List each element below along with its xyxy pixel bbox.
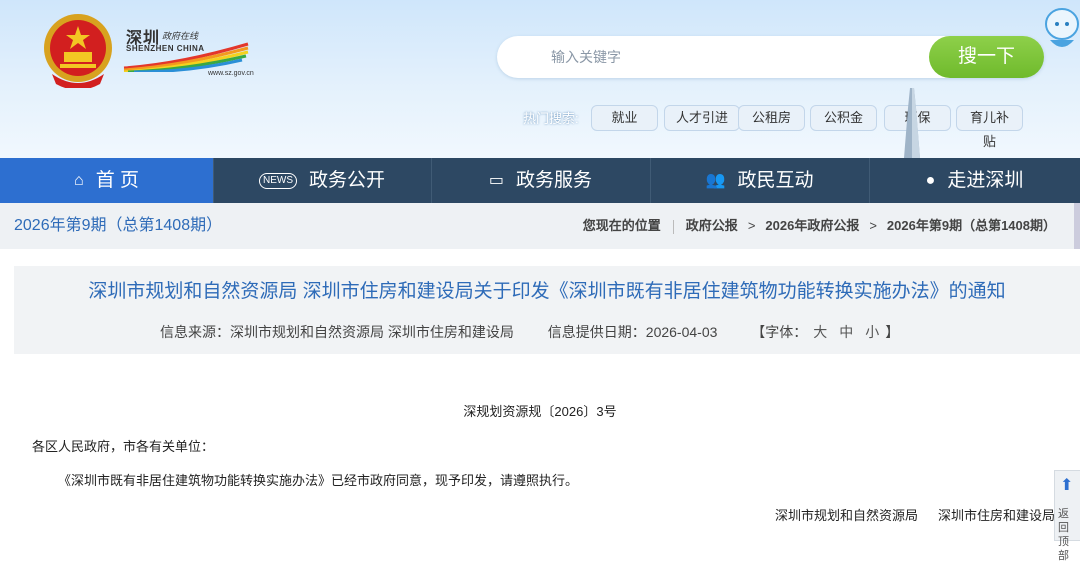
people-icon: 👥 xyxy=(705,172,726,190)
issue-bar: 2026年第9期（总第1408期） 您现在的位置 政府公报 >2026年政府公报 >2… xyxy=(0,203,1080,249)
issue-title: 2026年第9期（总第1408期） xyxy=(14,217,223,234)
national-emblem-icon xyxy=(44,14,112,88)
monitor-icon: ▭ xyxy=(488,172,505,190)
font-size-control: 【字体： 大中小】 xyxy=(751,324,899,340)
article-source: 信息来源：深圳市规划和自然资源局 深圳市住房和建设局 xyxy=(160,324,514,340)
signature-planning-bureau: 深圳市规划和自然资源局 xyxy=(775,508,919,523)
nav-gov-affairs-open[interactable]: NEWS 政务公开 xyxy=(213,158,432,203)
search-button[interactable]: 搜一下 xyxy=(929,36,1044,78)
nav-interaction[interactable]: 👥 政民互动 xyxy=(650,158,870,203)
article-date: 信息提供日期：2026-04-03 xyxy=(547,324,718,340)
hot-tag-childcare[interactable]: 育儿补贴 xyxy=(956,105,1023,149)
hot-tag-talent[interactable]: 人才引进 xyxy=(664,105,740,131)
breadcrumb-item-issue[interactable]: 2026年第9期（总第1408期） xyxy=(887,218,1056,233)
chat-icon: ● xyxy=(925,172,936,190)
site-header: 深圳 政府在线 SHENZHEN CHINA www.sz.gov.cn 搜一下… xyxy=(0,0,1080,158)
rainbow-swoosh-icon xyxy=(123,42,249,72)
mascot-icon[interactable] xyxy=(1040,4,1080,54)
body-paragraph: 《深圳市既有非居住建筑物功能转换实施办法》已经市政府同意，现予印发，请遵照执行。 xyxy=(58,473,579,488)
article-meta: 信息来源：深圳市规划和自然资源局 深圳市住房和建设局 信息提供日期：2026-0… xyxy=(160,322,899,342)
nav-about-shenzhen[interactable]: ● 走进深圳 xyxy=(869,158,1080,203)
hot-tag-housing-fund[interactable]: 公积金 xyxy=(810,105,877,131)
article-title: 深圳市规划和自然资源局 深圳市住房和建设局关于印发《深圳市既有非居住建筑物功能转… xyxy=(88,281,1006,302)
home-icon: ⌂ xyxy=(74,172,84,190)
skyscraper-icon xyxy=(904,88,920,158)
scrollbar[interactable] xyxy=(1074,203,1080,249)
font-size-label: 【字体： xyxy=(751,324,808,340)
nav-home[interactable]: ⌂ 首 页 xyxy=(0,158,214,203)
breadcrumb-label: 您现在的位置 xyxy=(582,218,661,233)
news-icon: NEWS xyxy=(258,172,297,189)
hot-tag-public-housing[interactable]: 公租房 xyxy=(738,105,805,131)
font-size-small[interactable]: 小 xyxy=(865,324,879,340)
breadcrumb-item-year[interactable]: 2026年政府公报 xyxy=(765,218,859,233)
hot-search-label: 热门搜索: xyxy=(523,111,579,126)
nav-gov-affairs-open-label: 政务公开 xyxy=(308,170,385,191)
salutation: 各区人民政府，市各有关单位： xyxy=(32,439,215,454)
hot-tag-employment[interactable]: 就业 xyxy=(591,105,658,131)
nav-gov-services[interactable]: ▭ 政务服务 xyxy=(431,158,651,203)
article-header: 深圳市规划和自然资源局 深圳市住房和建设局关于印发《深圳市既有非居住建筑物功能转… xyxy=(14,266,1080,354)
breadcrumb: 您现在的位置 政府公报 >2026年政府公报 >2026年第9期（总第1408期） xyxy=(582,218,1056,234)
font-size-end: 】 xyxy=(885,324,900,340)
nav-home-label: 首 页 xyxy=(95,170,139,191)
breadcrumb-item-gazette[interactable]: 政府公报 xyxy=(686,218,738,233)
back-to-top-button[interactable]: ⬆ 返回顶部 xyxy=(1054,470,1080,562)
nav-about-shenzhen-label: 走进深圳 xyxy=(947,170,1024,191)
arrow-up-icon: ⬆ xyxy=(1060,477,1074,494)
shenzhen-logo[interactable]: 深圳 政府在线 SHENZHEN CHINA www.sz.gov.cn xyxy=(120,24,254,84)
back-to-top-label: 返回顶部 xyxy=(1058,508,1069,562)
search-input[interactable] xyxy=(527,36,931,78)
main-nav: ⌂ 首 页 NEWS 政务公开 ▭ 政务服务 👥 政民互动 ● 走进深圳 xyxy=(0,158,1080,203)
logo-url: www.sz.gov.cn xyxy=(208,70,254,77)
document-number: 深规划资源规〔2026〕3号 xyxy=(463,404,617,419)
nav-interaction-label: 政民互动 xyxy=(737,170,814,191)
logo-cn2: 政府在线 xyxy=(162,31,199,41)
search-box: 搜一下 xyxy=(497,36,1044,78)
font-size-medium[interactable]: 中 xyxy=(839,324,853,340)
nav-gov-services-label: 政务服务 xyxy=(516,170,593,191)
font-size-large[interactable]: 大 xyxy=(813,324,827,340)
signature-housing-bureau: 深圳市住房和建设局 xyxy=(938,508,1056,523)
